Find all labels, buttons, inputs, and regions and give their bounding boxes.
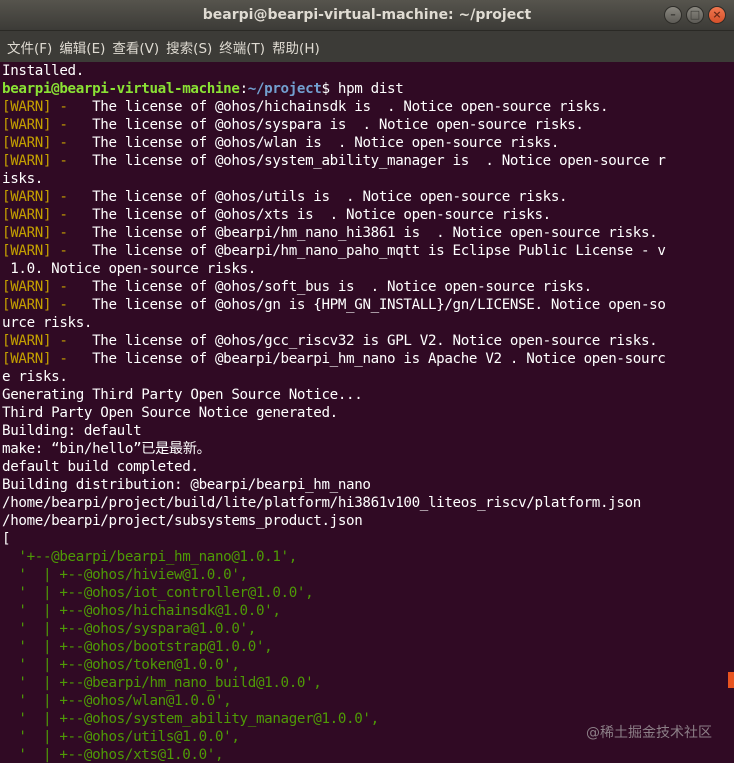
warn-text: The license of @ohos/gcc_riscv32 is GPL … <box>75 333 658 349</box>
tree-line: ' | +--@ohos/hichainsdk@1.0.0', <box>2 603 281 619</box>
warn-text: The license of @ohos/gn is {HPM_GN_INSTA… <box>75 297 666 313</box>
warn-text: The license of @ohos/utils is . Notice o… <box>75 189 568 205</box>
title-bar[interactable]: bearpi@bearpi-virtual-machine: ~/project… <box>0 0 734 31</box>
output-line: default build completed. <box>2 459 199 475</box>
warn-line: [WARN] - The license of @ohos/syspara is… <box>2 116 726 134</box>
menu-search[interactable]: 搜索(S) <box>165 35 213 59</box>
warn-line: [WARN] - The license of @ohos/soft_bus i… <box>2 278 726 296</box>
prompt-line: bearpi@bearpi-virtual-machine:~/project$… <box>2 80 726 98</box>
warn-tag: [WARN] - <box>2 153 76 169</box>
minimize-button[interactable]: – <box>664 6 682 24</box>
warn-text: The license of @ohos/hichainsdk is . Not… <box>75 99 609 115</box>
window-controls: – □ × <box>664 6 726 24</box>
warn-text: The license of @ohos/xts is . Notice ope… <box>75 207 551 223</box>
wrap-line: isks. <box>2 171 43 187</box>
prompt-command: $ hpm dist <box>321 81 404 97</box>
output-line: Installed. <box>2 63 84 79</box>
prompt-path: ~/project <box>247 81 322 97</box>
tree-line: '+--@bearpi/bearpi_hm_nano@1.0.1', <box>2 549 297 565</box>
warn-tag: [WARN] - <box>2 207 76 223</box>
warn-line: [WARN] - The license of @ohos/gcc_riscv3… <box>2 332 726 350</box>
warn-tag: [WARN] - <box>2 351 76 367</box>
warn-line: [WARN] - The license of @bearpi/hm_nano_… <box>2 224 726 242</box>
warn-text: The license of @bearpi/bearpi_hm_nano is… <box>75 351 666 367</box>
scrollbar-thumb[interactable] <box>728 672 734 688</box>
window-title: bearpi@bearpi-virtual-machine: ~/project <box>202 7 532 23</box>
warn-text: The license of @bearpi/hm_nano_paho_mqtt… <box>75 243 666 259</box>
warn-line: [WARN] - The license of @ohos/xts is . N… <box>2 206 726 224</box>
tree-line: ' | +--@ohos/hiview@1.0.0', <box>2 567 248 583</box>
warn-tag: [WARN] - <box>2 99 76 115</box>
output-line: Generating Third Party Open Source Notic… <box>2 387 363 403</box>
output-line: /home/bearpi/project/subsystems_product.… <box>2 513 363 529</box>
warn-text: The license of @ohos/soft_bus is . Notic… <box>75 279 592 295</box>
warn-line: [WARN] - The license of @bearpi/bearpi_h… <box>2 350 726 368</box>
output-line: make: “bin/hello”已是最新。 <box>2 441 211 457</box>
prompt-user: bearpi@bearpi-virtual-machine <box>2 81 240 97</box>
warn-text: The license of @ohos/syspara is . Notice… <box>75 117 584 133</box>
tree-line: ' | +--@ohos/token@1.0.0', <box>2 657 240 673</box>
watermark: @稀土掘金技术社区 <box>586 725 712 741</box>
close-button[interactable]: × <box>708 6 726 24</box>
menu-view[interactable]: 查看(V) <box>111 35 160 59</box>
wrap-line: 1.0. Notice open-source risks. <box>2 261 256 277</box>
menu-terminal[interactable]: 终端(T) <box>218 35 266 59</box>
warn-line: [WARN] - The license of @bearpi/hm_nano_… <box>2 242 726 260</box>
warn-tag: [WARN] - <box>2 225 76 241</box>
warn-line: [WARN] - The license of @ohos/system_abi… <box>2 152 726 170</box>
tree-line: ' | +--@bearpi/hm_nano_build@1.0.0', <box>2 675 322 691</box>
warn-tag: [WARN] - <box>2 333 76 349</box>
output-line: Building: default <box>2 423 142 439</box>
output-line: [ <box>2 531 11 547</box>
warn-line: [WARN] - The license of @ohos/wlan is . … <box>2 134 726 152</box>
tree-line: ' | +--@ohos/bootstrap@1.0.0', <box>2 639 273 655</box>
output-line: /home/bearpi/project/build/lite/platform… <box>2 495 641 511</box>
wrap-line: urce risks. <box>2 315 93 331</box>
tree-line: ' | +--@ohos/iot_controller@1.0.0', <box>2 585 314 601</box>
terminal-output[interactable]: Installed. bearpi@bearpi-virtual-machine… <box>0 62 726 763</box>
tree-line: ' | +--@ohos/xts@1.0.0', <box>2 747 224 763</box>
warn-text: The license of @bearpi/hm_nano_hi3861 is… <box>75 225 658 241</box>
prompt-colon: : <box>239 81 249 97</box>
menu-file[interactable]: 文件(F) <box>6 35 53 59</box>
warn-line: [WARN] - The license of @ohos/hichainsdk… <box>2 98 726 116</box>
warn-tag: [WARN] - <box>2 135 76 151</box>
warn-tag: [WARN] - <box>2 279 76 295</box>
warn-line: [WARN] - The license of @ohos/utils is .… <box>2 188 726 206</box>
menu-edit[interactable]: 编辑(E) <box>58 35 106 59</box>
tree-line: ' | +--@ohos/wlan@1.0.0', <box>2 693 232 709</box>
warn-text: The license of @ohos/system_ability_mana… <box>75 153 666 169</box>
menu-bar: 文件(F) 编辑(E) 查看(V) 搜索(S) 终端(T) 帮助(H) <box>0 31 734 62</box>
wrap-line: e risks. <box>2 369 68 385</box>
output-line: Building distribution: @bearpi/bearpi_hm… <box>2 477 371 493</box>
maximize-button[interactable]: □ <box>686 6 704 24</box>
output-line: Third Party Open Source Notice generated… <box>2 405 338 421</box>
warn-tag: [WARN] - <box>2 297 76 313</box>
warn-tag: [WARN] - <box>2 243 76 259</box>
tree-line: ' | +--@ohos/syspara@1.0.0', <box>2 621 256 637</box>
warn-text: The license of @ohos/wlan is . Notice op… <box>75 135 560 151</box>
warn-tag: [WARN] - <box>2 117 76 133</box>
warn-line: [WARN] - The license of @ohos/gn is {HPM… <box>2 296 726 314</box>
menu-help[interactable]: 帮助(H) <box>271 35 321 59</box>
warn-tag: [WARN] - <box>2 189 76 205</box>
